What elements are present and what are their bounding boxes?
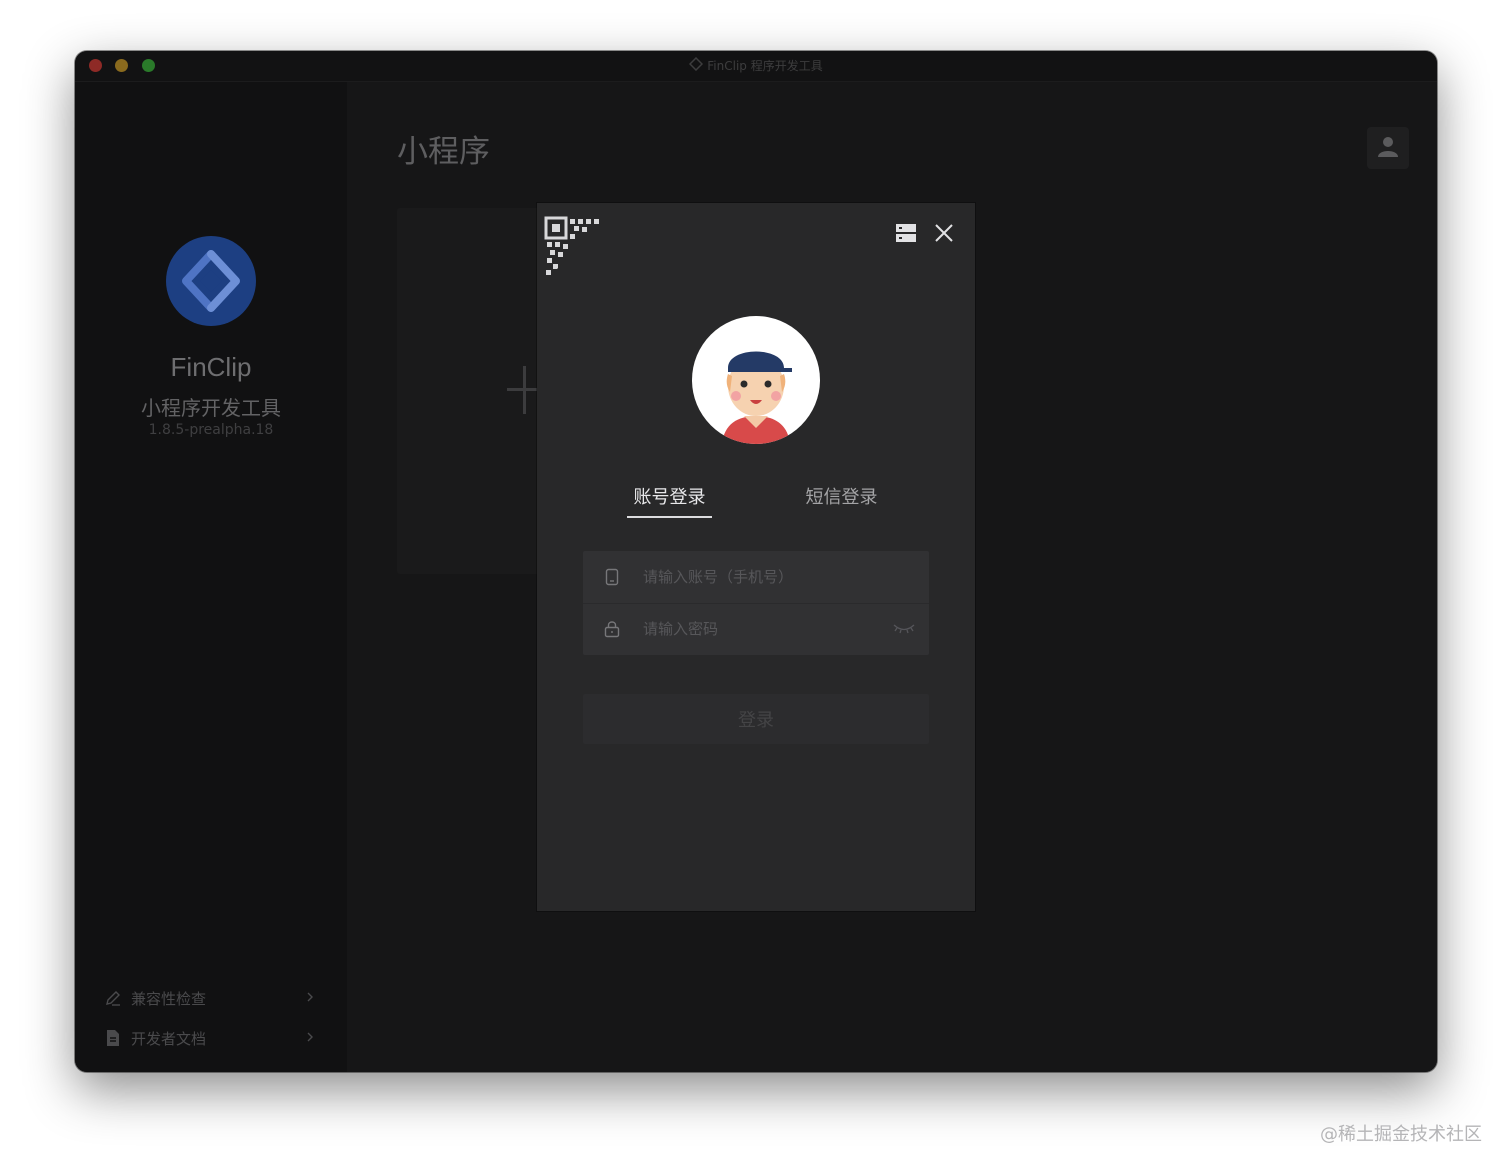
app-version: 1.8.5-prealpha.18 [148, 422, 274, 438]
sidebar: FinClip 小程序开发工具 1.8.5-prealpha.18 兼容性检查 … [75, 82, 347, 1072]
login-button[interactable]: 登录 [583, 694, 929, 744]
pen-icon [103, 989, 123, 1007]
sidebar-link-docs[interactable]: 开发者文档 [103, 1026, 315, 1050]
finclip-logo-icon [689, 52, 704, 82]
password-field [583, 603, 929, 655]
qr-code-icon[interactable] [544, 216, 610, 286]
active-tab-indicator [627, 516, 712, 518]
lock-icon [583, 620, 641, 638]
tab-account-login[interactable]: 账号登录 [627, 483, 712, 509]
finclip-logo [166, 236, 256, 326]
close-icon[interactable] [933, 222, 955, 248]
account-input[interactable] [641, 567, 885, 587]
login-modal: 账号登录 短信登录 登录 [537, 203, 975, 911]
phone-icon [583, 568, 641, 586]
app-name: FinClip [170, 352, 252, 382]
document-icon [103, 1029, 123, 1047]
sidebar-link-label: 兼容性检查 [131, 989, 207, 1008]
title-bar: FinClip 程序开发工具 [75, 51, 1437, 82]
window-title: FinClip 程序开发工具 [707, 59, 823, 73]
sidebar-link-compatibility[interactable]: 兼容性检查 [103, 986, 315, 1010]
avatar [692, 316, 820, 444]
chevron-right-icon [305, 1029, 315, 1047]
server-switch-icon[interactable] [895, 222, 917, 248]
login-form [583, 551, 929, 655]
app-subtitle: 小程序开发工具 [141, 396, 281, 420]
account-field [583, 551, 929, 604]
tab-sms-login[interactable]: 短信登录 [799, 483, 884, 509]
watermark: @稀土掘金技术社区 [1320, 1124, 1482, 1145]
user-icon [1376, 134, 1400, 162]
eye-closed-icon[interactable] [893, 621, 915, 640]
user-button[interactable] [1367, 127, 1409, 169]
page-title: 小程序 [397, 134, 490, 170]
sidebar-link-label: 开发者文档 [131, 1029, 207, 1048]
chevron-right-icon [305, 989, 315, 1007]
password-input[interactable] [641, 619, 885, 639]
